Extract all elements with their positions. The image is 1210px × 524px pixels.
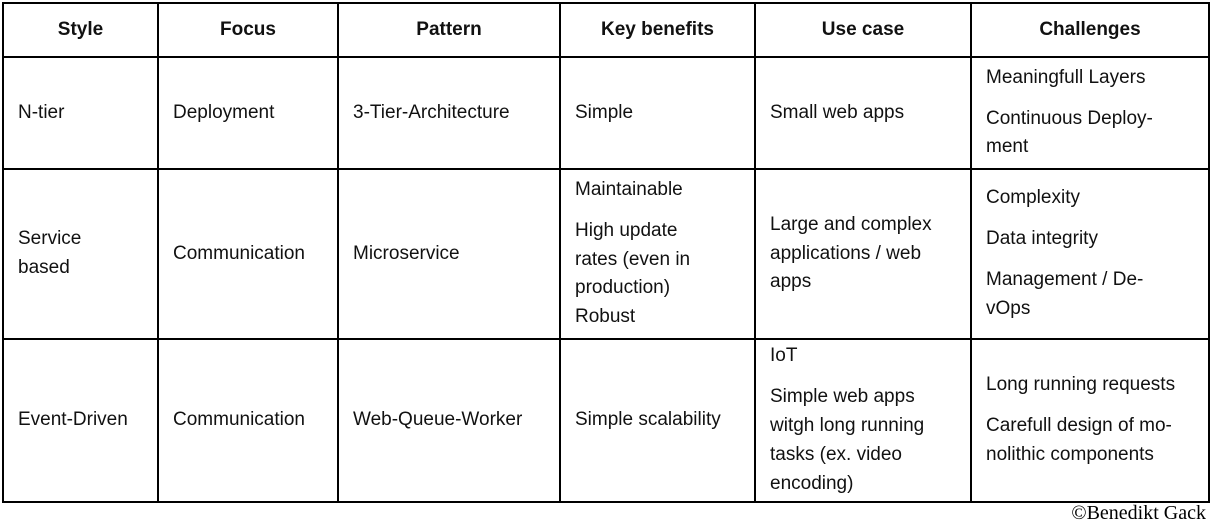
table-row: Service based Communication Microservice xyxy=(2,168,1210,340)
table-header-row: Style Focus Pattern Key benefits Use cas… xyxy=(2,2,1210,58)
column-header-style: Style xyxy=(2,2,159,58)
cell-pattern: 3-Tier-Architecture xyxy=(337,56,561,170)
cell-focus: Communication xyxy=(157,338,339,503)
cell-style: Event-Driven xyxy=(2,338,159,503)
cell-text-line: Maintainable xyxy=(575,178,683,200)
column-header-use-case: Use case xyxy=(754,2,972,58)
cell-text-line: witgh long running xyxy=(770,415,925,437)
cell-text-line: Data integrity xyxy=(986,228,1098,250)
cell-text-line: Simple xyxy=(575,101,634,123)
cell-text-line: Small web apps xyxy=(770,101,905,123)
cell-text-line: Continuous Deploy- xyxy=(986,107,1153,129)
cell-text-line: 3-Tier-Architecture xyxy=(353,101,510,123)
cell-challenges: Meaningfull Layers Continuous Deploy- me… xyxy=(970,56,1210,170)
cell-focus: Communication xyxy=(157,168,339,340)
cell-key-benefits: Simple xyxy=(559,56,756,170)
cell-pattern: Microservice xyxy=(337,168,561,340)
cell-text-line: tasks (ex. video xyxy=(770,443,902,465)
cell-text-line: based xyxy=(18,257,70,278)
cell-text-line: Event-Driven xyxy=(18,409,128,431)
cell-focus: Deployment xyxy=(157,56,339,170)
cell-text-line: High update xyxy=(575,219,678,241)
architecture-styles-table: Style Focus Pattern Key benefits Use cas… xyxy=(2,2,1210,503)
table-row: Event-Driven Communication Web-Queue-Wor… xyxy=(2,338,1210,503)
cell-challenges: Complexity Data integrity Management / D… xyxy=(970,168,1210,340)
cell-text-line: Meaningfull Layers xyxy=(986,66,1146,88)
cell-text-line: Service xyxy=(18,228,82,250)
cell-text-line: encoding) xyxy=(770,472,854,494)
cell-text-line: ment xyxy=(986,136,1029,158)
cell-text-line: rates (even in xyxy=(575,248,691,270)
column-header-key-benefits: Key benefits xyxy=(559,2,756,58)
cell-text-line: production) xyxy=(575,277,671,299)
cell-key-benefits: Simple scalability xyxy=(559,338,756,503)
cell-key-benefits: Maintainable High update rates (even in … xyxy=(559,168,756,340)
table-page: Style Focus Pattern Key benefits Use cas… xyxy=(0,2,1210,524)
copyright-attribution: ©Benedikt Gack xyxy=(1071,502,1206,524)
cell-text-line: Microservice xyxy=(353,242,460,264)
column-header-focus: Focus xyxy=(157,2,339,58)
cell-challenges: Long running requests Carefull design of… xyxy=(970,338,1210,503)
cell-text-line: Complexity xyxy=(986,187,1080,209)
cell-text-line: IoT xyxy=(770,345,798,367)
column-header-pattern: Pattern xyxy=(337,2,561,58)
column-header-challenges: Challenges xyxy=(970,2,1210,58)
cell-text-line: Management / De- xyxy=(986,269,1144,290)
cell-text-line: nolithic components xyxy=(986,443,1154,465)
cell-text-line: Simple scalability xyxy=(575,409,721,431)
cell-use-case: Small web apps xyxy=(754,56,972,170)
cell-text-line: apps xyxy=(770,271,812,293)
cell-text-line: Robust xyxy=(575,306,636,328)
cell-text-line: Communication xyxy=(173,242,305,264)
cell-style: Service based xyxy=(2,168,159,340)
table-row: N-tier Deployment 3-Tier-Architecture Si… xyxy=(2,56,1210,170)
cell-text-line: Carefull design of mo- xyxy=(986,415,1172,437)
cell-text-line: Large and complex xyxy=(770,213,932,235)
cell-pattern: Web-Queue-Worker xyxy=(337,338,561,503)
cell-text-line: vOps xyxy=(986,297,1031,319)
cell-use-case: IoT Simple web apps witgh long running t… xyxy=(754,338,972,503)
cell-use-case: Large and complex applications / web app… xyxy=(754,168,972,340)
cell-text-line: applications / web xyxy=(770,242,922,264)
cell-text-line: Deployment xyxy=(173,101,275,123)
cell-style: N-tier xyxy=(2,56,159,170)
cell-text-line: Long running requests xyxy=(986,374,1176,396)
cell-text-line: Simple web apps xyxy=(770,386,915,408)
cell-text-line: N-tier xyxy=(18,101,65,123)
cell-text-line: Communication xyxy=(173,409,305,431)
cell-text-line: Web-Queue-Worker xyxy=(353,409,523,431)
